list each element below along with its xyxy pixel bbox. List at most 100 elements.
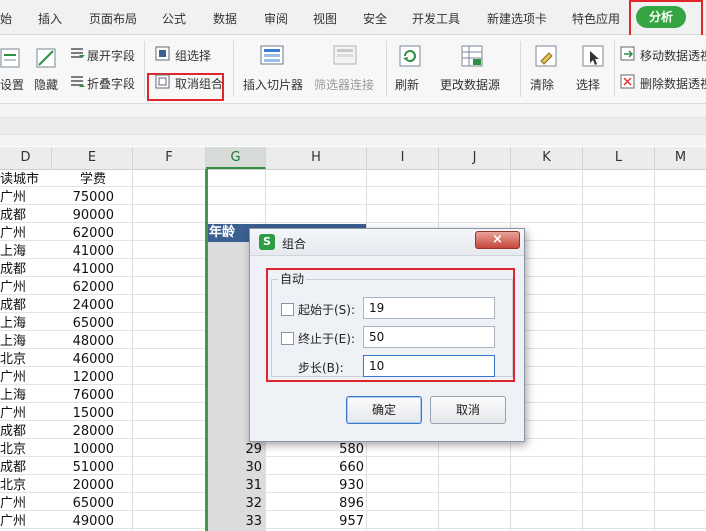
pivot-age-cell[interactable]: 29 (206, 441, 262, 459)
cell-fee[interactable]: 24000 (52, 297, 114, 315)
column-header-d[interactable]: D (0, 147, 52, 169)
highlight-auto-group (266, 268, 515, 382)
refresh-icon (399, 45, 421, 67)
cell-fee[interactable]: 20000 (52, 477, 114, 495)
cell-city[interactable]: 上海 (0, 333, 26, 351)
cell-fee[interactable]: 41000 (52, 243, 114, 261)
cell-fee[interactable]: 49000 (52, 513, 114, 531)
cell-city[interactable]: 广州 (0, 225, 26, 243)
pivot-value-cell[interactable]: 896 (266, 495, 364, 513)
column-header-l[interactable]: L (583, 147, 655, 169)
expand-field-icon (71, 48, 85, 58)
expand-field-button[interactable]: 展开字段 (87, 47, 135, 64)
menu-review[interactable]: 审阅 (264, 10, 288, 27)
collapse-field-button[interactable]: 折叠字段 (87, 75, 135, 92)
move-pivot-button[interactable]: 移动数据透视 (640, 47, 706, 64)
collapse-field-icon (71, 76, 85, 87)
column-header-j[interactable]: J (439, 147, 511, 169)
cell-fee[interactable]: 10000 (52, 441, 114, 459)
menu-view[interactable]: 视图 (313, 10, 337, 27)
cell-fee[interactable]: 51000 (52, 459, 114, 477)
cell-city[interactable]: 广州 (0, 405, 26, 423)
column-header-m[interactable]: M (655, 147, 706, 169)
change-source-button[interactable]: 更改数据源 (440, 76, 500, 93)
cell-city[interactable]: 北京 (0, 441, 26, 459)
cell-city[interactable]: 成都 (0, 423, 26, 441)
cell-city[interactable]: 北京 (0, 351, 26, 369)
menu-insert[interactable]: 插入 (38, 10, 62, 27)
cell-city[interactable]: 广州 (0, 279, 26, 297)
clear-icon (535, 45, 557, 67)
cell-city[interactable]: 北京 (0, 477, 26, 495)
cell-city[interactable]: 成都 (0, 459, 26, 477)
cell-header-fee[interactable]: 学费 (80, 171, 106, 189)
menu-special-apps[interactable]: 特色应用 (572, 10, 620, 27)
cell-fee[interactable]: 75000 (52, 189, 114, 207)
column-header-k[interactable]: K (511, 147, 583, 169)
hide-icon (36, 48, 56, 68)
cell-fee[interactable]: 15000 (52, 405, 114, 423)
menu-data[interactable]: 数据 (213, 10, 237, 27)
cell-city[interactable]: 成都 (0, 297, 26, 315)
pivot-age-cell[interactable]: 32 (206, 495, 262, 513)
cell-city[interactable]: 上海 (0, 315, 26, 333)
menu-start[interactable]: 始 (0, 10, 12, 27)
pivot-value-cell[interactable]: 957 (266, 513, 364, 531)
menu-new-tab[interactable]: 新建选项卡 (487, 10, 547, 27)
cell-city[interactable]: 广州 (0, 495, 26, 513)
pivot-value-cell[interactable]: 580 (266, 441, 364, 459)
cell-city[interactable]: 广州 (0, 369, 26, 387)
cell-city[interactable]: 上海 (0, 387, 26, 405)
cell-fee[interactable]: 62000 (52, 225, 114, 243)
selected-column-border (205, 169, 208, 531)
group-selection-button[interactable]: 组选择 (175, 47, 211, 64)
cell-city[interactable]: 广州 (0, 513, 26, 531)
cell-header-city[interactable]: 读城市 (0, 171, 39, 189)
column-header-i[interactable]: I (367, 147, 439, 169)
menu-security[interactable]: 安全 (363, 10, 387, 27)
dialog-title-bar[interactable]: S 组合 × (250, 229, 524, 256)
cell-city[interactable]: 广州 (0, 189, 26, 207)
delete-pivot-button[interactable]: 删除数据透视 (640, 75, 706, 92)
menu-formulas[interactable]: 公式 (162, 10, 186, 27)
column-header-e[interactable]: E (52, 147, 133, 169)
cell-fee[interactable]: 62000 (52, 279, 114, 297)
column-header-g[interactable]: G (206, 147, 266, 169)
pivot-value-cell[interactable]: 660 (266, 459, 364, 477)
pivot-value-cell[interactable]: 930 (266, 477, 364, 495)
clear-button[interactable]: 清除 (530, 76, 554, 93)
ungroup-button[interactable]: 取消组合 (175, 75, 223, 92)
refresh-button[interactable]: 刷新 (395, 76, 419, 93)
select-button[interactable]: 选择 (576, 76, 600, 93)
close-button[interactable]: × (475, 231, 520, 249)
ribbon: 设置 隐藏 展开字段 折叠字段 组选择 取消组合 插入切片器 筛选器连接 刷新 … (0, 35, 706, 104)
cell-fee[interactable]: 90000 (52, 207, 114, 225)
move-pivot-icon (620, 46, 635, 61)
cell-city[interactable]: 成都 (0, 207, 26, 225)
pivot-field-age[interactable]: 年龄 (209, 224, 235, 242)
insert-slicer-button[interactable]: 插入切片器 (243, 76, 303, 93)
cell-city[interactable]: 上海 (0, 243, 26, 261)
ok-button[interactable]: 确定 (346, 396, 422, 424)
cell-fee[interactable]: 41000 (52, 261, 114, 279)
filter-connection-button[interactable]: 筛选器连接 (314, 76, 374, 93)
column-header-h[interactable]: H (266, 147, 367, 169)
cell-fee[interactable]: 28000 (52, 423, 114, 441)
cell-fee[interactable]: 12000 (52, 369, 114, 387)
column-header-f[interactable]: F (133, 147, 206, 169)
hide-button[interactable]: 隐藏 (34, 76, 58, 93)
pivot-age-cell[interactable]: 33 (206, 513, 262, 531)
settings-button[interactable]: 设置 (0, 76, 24, 93)
pivot-age-cell[interactable]: 31 (206, 477, 262, 495)
cell-fee[interactable]: 46000 (52, 351, 114, 369)
cell-fee[interactable]: 65000 (52, 495, 114, 513)
cell-fee[interactable]: 65000 (52, 315, 114, 333)
cell-fee[interactable]: 76000 (52, 387, 114, 405)
cell-city[interactable]: 成都 (0, 261, 26, 279)
cell-fee[interactable]: 48000 (52, 333, 114, 351)
menu-developer[interactable]: 开发工具 (412, 10, 460, 27)
menu-page-layout[interactable]: 页面布局 (89, 10, 137, 27)
cancel-button[interactable]: 取消 (430, 396, 506, 424)
pivot-age-cell[interactable]: 30 (206, 459, 262, 477)
formula-bar[interactable] (0, 117, 706, 135)
